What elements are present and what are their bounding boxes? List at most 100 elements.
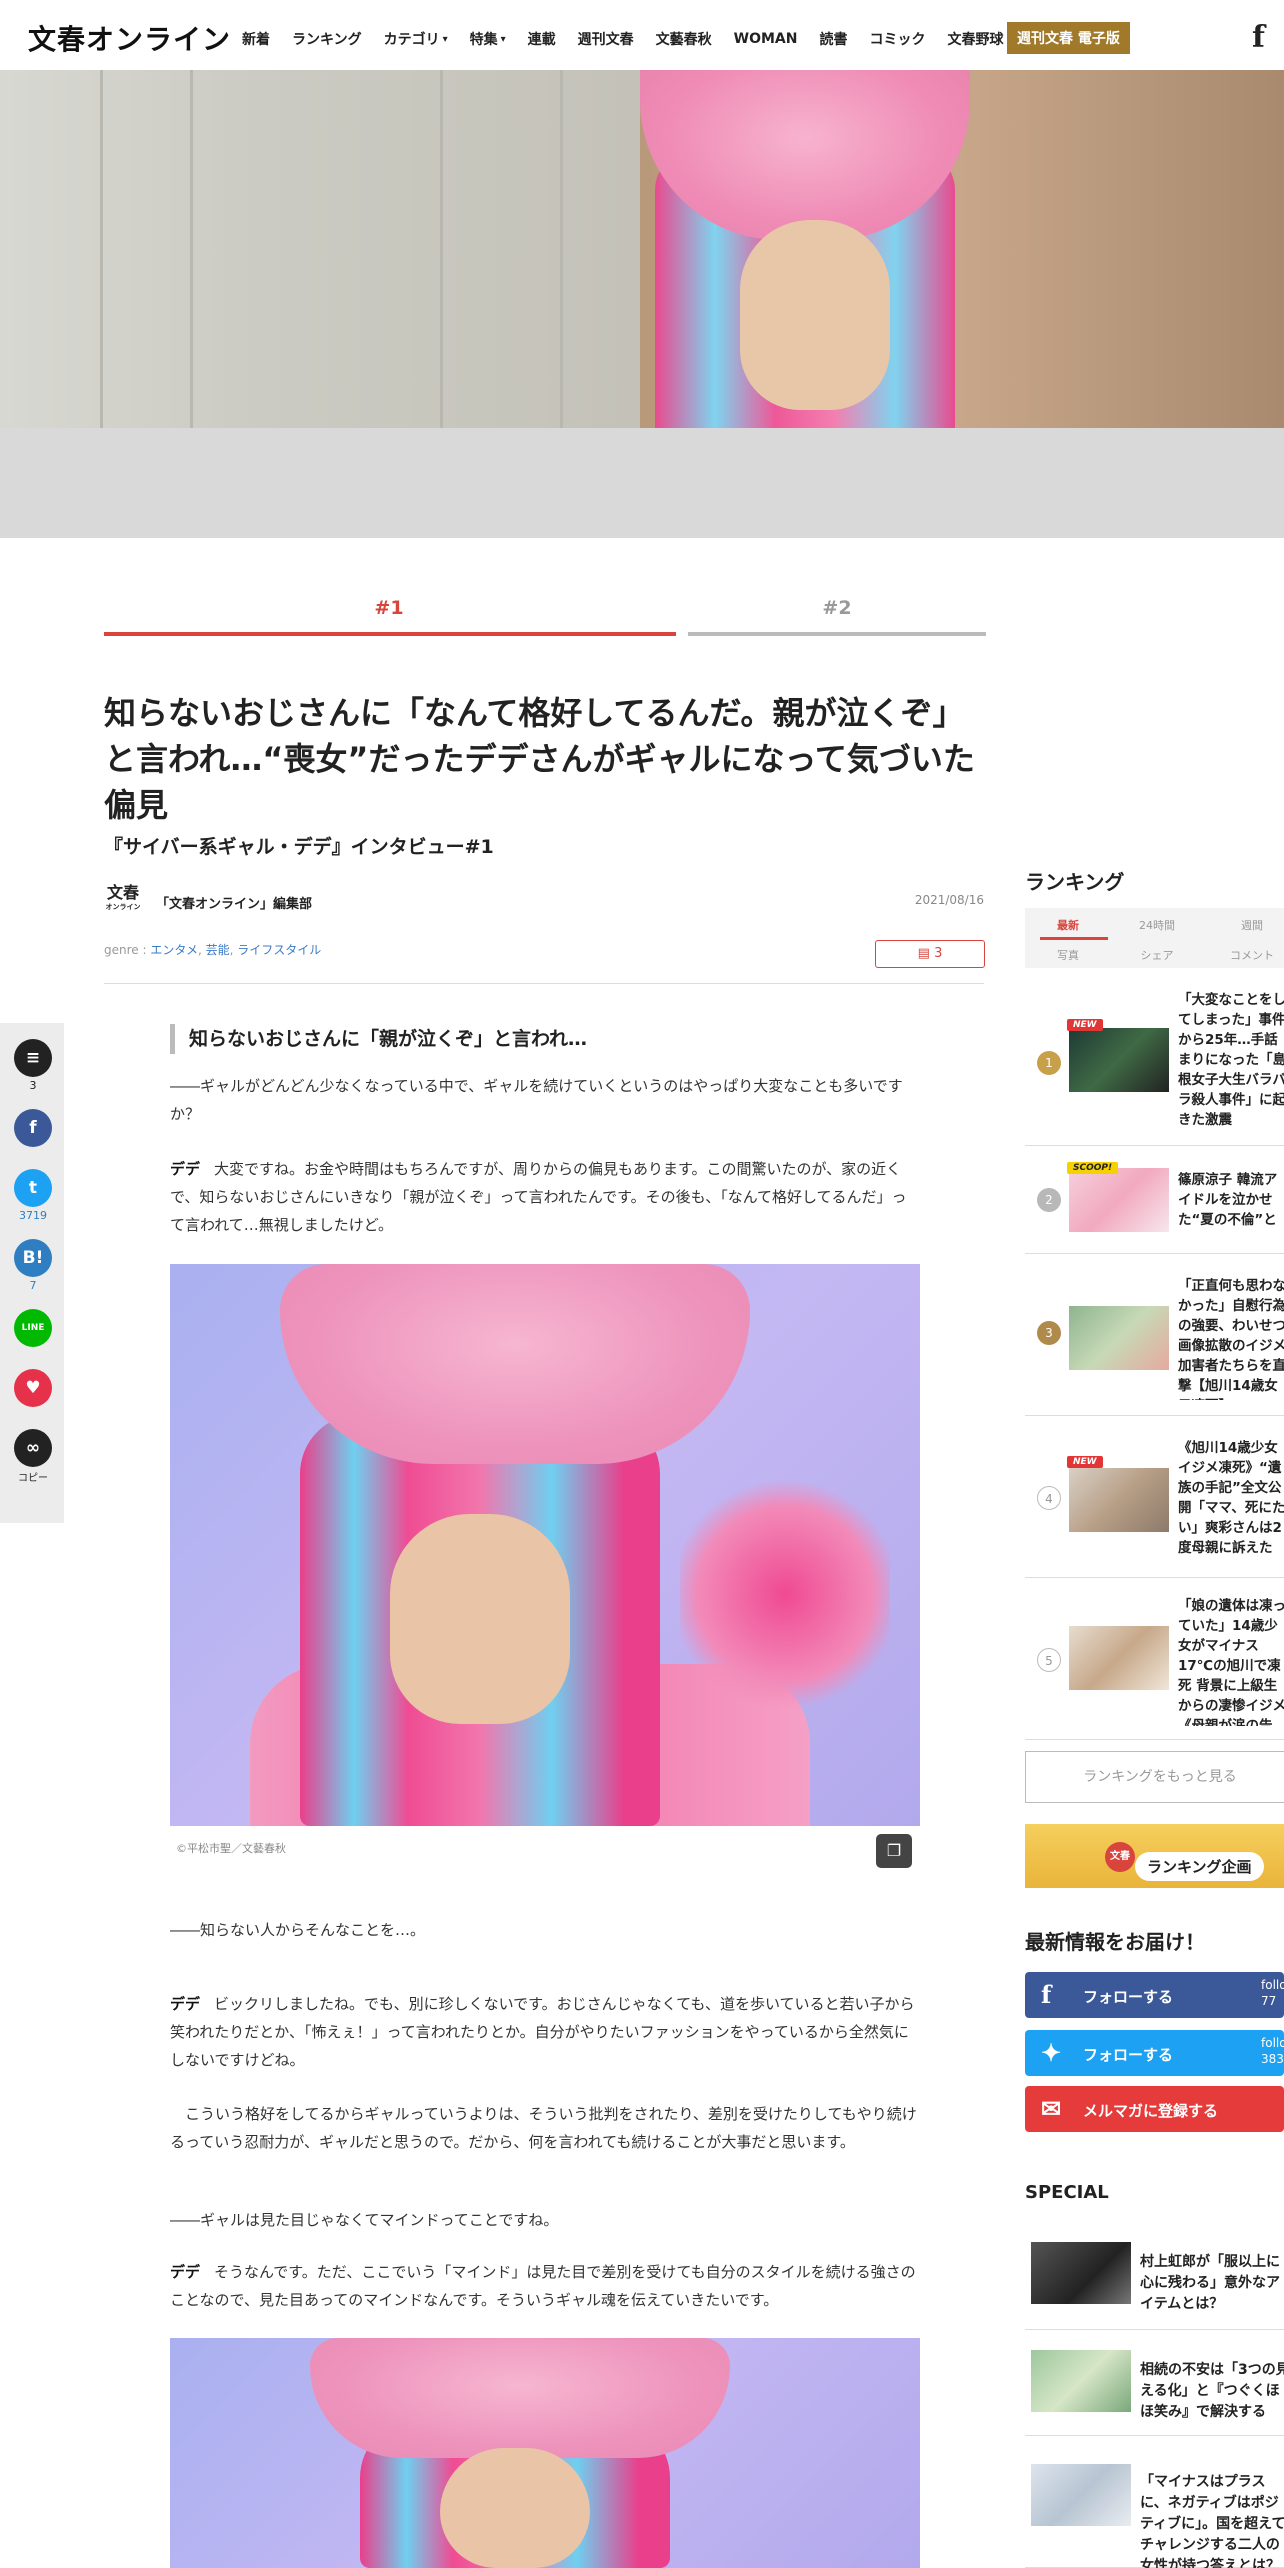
section-heading: 知らないおじさんに「親が泣くぞ」と言われ… xyxy=(170,1024,587,1054)
tab-latest[interactable]: 最新 xyxy=(1028,917,1108,933)
share-pocket[interactable]: ♥ xyxy=(13,1369,53,1407)
comment-icon: ≡ xyxy=(14,1039,52,1077)
ranking-item[interactable]: 2 SCOOP! 篠原涼子 韓流アイドルを泣かせた“夏の不倫”と手つなぎ写真 xyxy=(1025,1146,1284,1254)
ebook-button[interactable]: 週刊文春 電子版 xyxy=(1007,22,1130,54)
hero-background xyxy=(0,70,640,428)
flower-prop xyxy=(680,1474,890,1714)
facebook-follow-button[interactable]: f フォローする follow77 xyxy=(1025,1972,1284,2018)
article-photo-2[interactable] xyxy=(170,2338,920,2568)
comment-button[interactable]: ▤ 3 xyxy=(875,940,985,968)
new-badge: NEW xyxy=(1067,1456,1103,1468)
nav-woman[interactable]: WOMAN xyxy=(734,29,798,49)
comment-icon: ▤ xyxy=(917,946,930,961)
share-comment[interactable]: ≡ 3 xyxy=(13,1039,53,1092)
tab-part2[interactable]: #2 xyxy=(688,597,986,619)
ranking-item[interactable]: 3 「正直何も思わなかった」自慰行為の強要、わいせつ画像拡散のイジメ加害者たちら… xyxy=(1025,1254,1284,1416)
nav-shukan-bunshun[interactable]: 週刊文春 xyxy=(578,29,634,49)
nav-ranking[interactable]: ランキング xyxy=(292,29,362,49)
publish-date: 2021/08/16 xyxy=(914,893,984,907)
share-copy[interactable]: ∞ コピー xyxy=(13,1429,53,1484)
question-2: ――知らない人からそんなことを…。 xyxy=(170,1921,426,1939)
author-logo: 文春 オンライン xyxy=(105,883,141,912)
ranking-thumbnail xyxy=(1069,1626,1169,1690)
chevron-down-icon: ▾ xyxy=(442,33,448,45)
pocket-icon: ♥ xyxy=(14,1369,52,1407)
site-header: 文春オンライン 新着 ランキング カテゴリ ▾ 特集 ▾ 連載 週刊文春 文藝春秋 … xyxy=(0,0,1284,70)
nav-category[interactable]: カテゴリ ▾ xyxy=(384,29,448,49)
special-title: SPECIAL xyxy=(1025,2182,1109,2203)
article-title: 知らないおじさんに「なんて格好してるんだ。親が泣くぞ」と言われ…“喪女”だったデ… xyxy=(104,694,975,824)
newsletter-button[interactable]: ✉ メルマガに登録する xyxy=(1025,2086,1284,2132)
copy-icon: ❐ xyxy=(886,1841,902,1860)
ranking-feature-banner[interactable]: 文春 ランキング企画 xyxy=(1025,1824,1284,1888)
share-hatena[interactable]: B! 7 xyxy=(13,1239,53,1292)
hero-image xyxy=(0,70,1284,428)
answer-1: デデ 大変ですね。お金や時間はもちろんですが、周りからの偏見もあります。この間驚い… xyxy=(170,1160,907,1234)
answer-3: デデ そうなんです。ただ、ここでいう「マインド」は見た目で差別を受けても自分のスタ… xyxy=(170,2263,916,2309)
answer-2: デデ ビックリしましたね。でも、別に珍しくないです。おじさんじゃなくても、道を歩い… xyxy=(170,1995,915,2069)
ranking-thumbnail xyxy=(1069,1028,1169,1092)
site-logo[interactable]: 文春オンライン xyxy=(28,18,231,58)
mail-icon: ✉ xyxy=(1041,2094,1062,2123)
nav-comic[interactable]: コミック xyxy=(869,29,925,49)
question-1: ――ギャルがどんどん少なくなっている中で、ギャルを続けていくというのはやっぱり大… xyxy=(170,1077,903,1123)
main-nav: 新着 ランキング カテゴリ ▾ 特集 ▾ 連載 週刊文春 文藝春秋 WOMAN 読書… xyxy=(242,29,1025,49)
facebook-icon: f xyxy=(14,1109,52,1147)
article-subtitle: 『サイバー系ギャル・デデ』インタビュー#1 xyxy=(104,836,494,858)
divider xyxy=(104,983,984,984)
author-name[interactable]: 「文春オンライン」編集部 xyxy=(156,893,312,912)
nav-books[interactable]: 読書 xyxy=(819,29,847,49)
share-twitter[interactable]: t 3719 xyxy=(13,1169,53,1222)
special-item[interactable]: 相続の不安は「3つの見える化」と『つぐくほほ笑み』で解決する xyxy=(1025,2330,1284,2436)
ranking-thumbnail xyxy=(1069,1306,1169,1370)
more-ranking-button[interactable]: ランキングをもっと見る xyxy=(1025,1751,1284,1803)
ranking-thumbnail xyxy=(1069,1168,1169,1232)
tab-share[interactable]: シェア xyxy=(1117,947,1197,963)
special-thumbnail xyxy=(1031,2242,1131,2304)
special-thumbnail xyxy=(1031,2464,1131,2526)
ranking-title: ランキング xyxy=(1025,870,1125,894)
genre-links: genre : エンタメ, 芸能, ライフスタイル xyxy=(104,943,322,957)
line-icon: LINE xyxy=(14,1309,52,1347)
twitter-follow-button[interactable]: ✦ フォローする follow3831 xyxy=(1025,2030,1284,2076)
share-facebook[interactable]: f xyxy=(13,1109,53,1147)
latest-title: 最新情報をお届け！ xyxy=(1025,1930,1205,1954)
share-line[interactable]: LINE xyxy=(13,1309,53,1347)
genre-geino[interactable]: 芸能 xyxy=(206,943,230,957)
ranking-item[interactable]: 1 NEW 「大変なことをしてしまった」事件から25年…手話まりになった「島根女… xyxy=(1025,984,1284,1146)
new-badge: NEW xyxy=(1067,1019,1103,1031)
scoop-badge: SCOOP! xyxy=(1067,1162,1119,1174)
special-thumbnail xyxy=(1031,2350,1131,2412)
twitter-icon: ✦ xyxy=(1041,2038,1062,2067)
photo-credit: ©平松市聖／文藝春秋 xyxy=(176,1842,286,1855)
facebook-icon: f xyxy=(1041,1980,1052,2009)
link-icon: ∞ xyxy=(14,1429,52,1467)
ad-placeholder xyxy=(0,428,1284,538)
tab-part1[interactable]: #1 xyxy=(104,597,674,619)
twitter-icon: t xyxy=(14,1169,52,1207)
facebook-icon[interactable]: f xyxy=(1252,20,1265,55)
tab-comment[interactable]: コメント xyxy=(1212,947,1284,963)
chevron-down-icon: ▾ xyxy=(500,33,506,45)
genre-lifestyle[interactable]: ライフスタイル xyxy=(237,943,321,957)
ranking-item[interactable]: 4 NEW 《旭川14歳少女イジメ凍死》“遺族の手記”全文公開「ママ、死にたい」… xyxy=(1025,1416,1284,1578)
tab-weekly[interactable]: 週間 xyxy=(1212,917,1284,933)
nav-baseball[interactable]: 文春野球 xyxy=(947,29,1003,49)
expand-photo-button[interactable]: ❐ xyxy=(876,1834,912,1868)
ranking-item[interactable]: 5 「娘の遺体は凍っていた」14歳少女がマイナス17℃の旭川で凍死 背景に上級生… xyxy=(1025,1578,1284,1740)
hatena-icon: B! xyxy=(14,1239,52,1277)
share-bar: ≡ 3 f t 3719 B! 7 LINE ♥ ∞ コピー xyxy=(0,1023,64,1523)
ranking-thumbnail xyxy=(1069,1468,1169,1532)
special-item[interactable]: 「マイナスはプラスに、ネガティブはポジティブに」。国を超えてチャレンジする二人の… xyxy=(1025,2436,1284,2568)
answer-2-cont: こういう格好をしてるからギャルっていうよりは、そういう批判をされたり、差別を受け… xyxy=(170,2105,917,2151)
nav-bungei-shunju[interactable]: 文藝春秋 xyxy=(656,29,712,49)
genre-entertainment[interactable]: エンタメ xyxy=(150,943,198,957)
nav-series[interactable]: 連載 xyxy=(528,29,556,49)
nav-feature[interactable]: 特集 ▾ xyxy=(470,29,506,49)
nav-new[interactable]: 新着 xyxy=(242,29,270,49)
special-item[interactable]: 村上虹郎が「服以上に心に残わる」意外なアイテムとは？ xyxy=(1025,2224,1284,2330)
tab-photo[interactable]: 写真 xyxy=(1028,947,1108,963)
tab-24h[interactable]: 24時間 xyxy=(1117,917,1197,933)
question-3: ――ギャルは見た目じゃなくてマインドってことですね。 xyxy=(170,2211,559,2229)
article-photo-1[interactable] xyxy=(170,1264,920,1826)
